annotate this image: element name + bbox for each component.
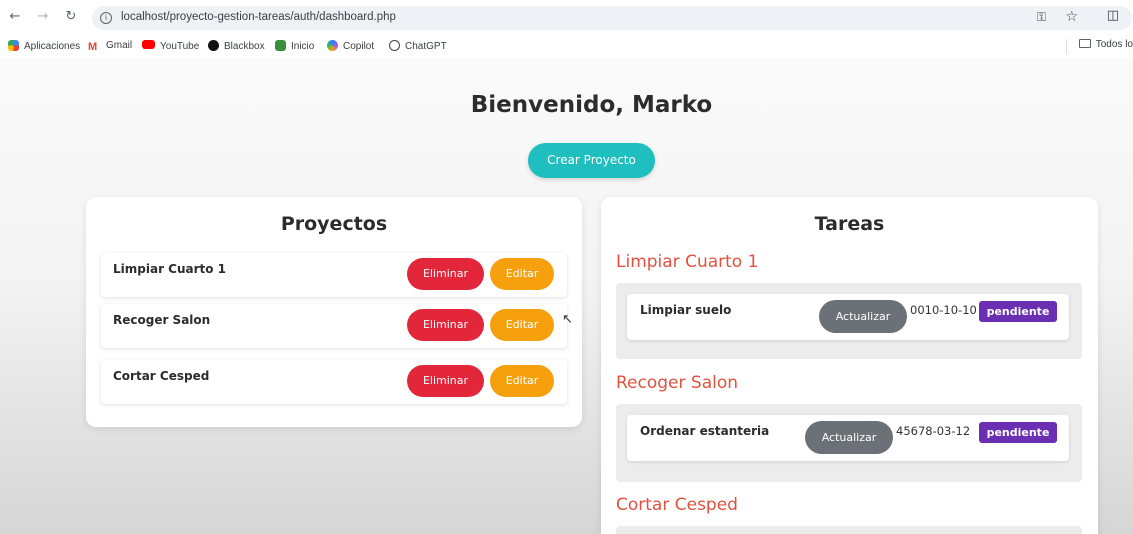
status-badge: pendiente: [979, 301, 1057, 322]
projects-panel: Proyectos Limpiar Cuarto 1 Eliminar Edit…: [86, 197, 582, 427]
password-key-icon[interactable]: ⚿: [1037, 10, 1046, 25]
bookmark-apps[interactable]: Aplicaciones: [8, 40, 80, 52]
create-project-button[interactable]: Crear Proyecto: [528, 143, 655, 178]
bookmarks-folder[interactable]: Todos lo: [1078, 39, 1133, 50]
inicio-icon: [275, 40, 286, 51]
mouse-cursor-icon: ↖: [562, 312, 573, 327]
project-name: Limpiar Cuarto 1: [113, 262, 227, 276]
reload-icon[interactable]: ↻: [62, 8, 80, 26]
edit-project-button[interactable]: Editar: [490, 365, 554, 397]
bookmark-label: Copilot: [343, 41, 375, 52]
bookmark-label: Gmail: [106, 40, 133, 51]
bookmarks-divider: [1066, 39, 1067, 54]
forward-arrow-icon[interactable]: →: [34, 8, 52, 26]
url-text[interactable]: localhost/proyecto-gestion-tareas/auth/d…: [121, 11, 396, 23]
task-group: Limpiar suelo Actualizar 0010-10-10 pend…: [616, 283, 1082, 359]
task-card: Ordenar estanteria Actualizar 45678-03-1…: [627, 415, 1069, 461]
task-card: Limpiar suelo Actualizar 0010-10-10 pend…: [627, 294, 1069, 340]
project-row: Cortar Cesped Eliminar Editar: [101, 360, 567, 404]
delete-project-button[interactable]: Eliminar: [407, 258, 484, 290]
update-task-button[interactable]: Actualizar: [805, 421, 893, 454]
apps-grid-icon: [8, 40, 19, 51]
welcome-heading: Bienvenido, Marko: [470, 92, 713, 118]
projects-title: Proyectos: [280, 213, 388, 235]
dashboard-page: Bienvenido, Marko Crear Proyecto Proyect…: [0, 58, 1133, 534]
bookmark-label: YouTube: [160, 41, 200, 52]
task-name: Limpiar suelo: [640, 303, 732, 317]
task-group-heading: Recoger Salon: [616, 373, 739, 393]
bookmark-blackbox[interactable]: Blackbox: [208, 40, 265, 52]
extensions-icon[interactable]: ◫: [1107, 8, 1119, 23]
tasks-title: Tareas: [814, 213, 885, 235]
edit-project-button[interactable]: Editar: [490, 258, 554, 290]
status-badge: pendiente: [979, 422, 1057, 443]
task-group-heading: Cortar Cesped: [616, 495, 738, 515]
bookmark-chatgpt[interactable]: ChatGPT: [389, 40, 447, 52]
project-row: Limpiar Cuarto 1 Eliminar Editar: [101, 253, 567, 297]
folder-icon: [1078, 39, 1091, 48]
task-group-heading: Limpiar Cuarto 1: [616, 252, 759, 272]
project-name: Cortar Cesped: [113, 369, 210, 383]
task-group: [616, 526, 1082, 534]
gmail-icon: M: [88, 42, 101, 53]
update-task-button[interactable]: Actualizar: [819, 300, 907, 333]
bookmark-label: Aplicaciones: [24, 41, 81, 52]
project-row: Recoger Salon Eliminar Editar: [101, 304, 567, 348]
task-date: 0010-10-10: [910, 303, 977, 317]
chatgpt-icon: [389, 40, 400, 51]
task-group: Ordenar estanteria Actualizar 45678-03-1…: [616, 404, 1082, 482]
bookmark-gmail[interactable]: M Gmail: [88, 40, 132, 53]
project-name: Recoger Salon: [113, 313, 211, 327]
task-date: 45678-03-12: [896, 424, 971, 438]
back-arrow-icon[interactable]: ←: [6, 8, 24, 26]
youtube-icon: [142, 40, 155, 49]
copilot-icon: [327, 40, 338, 51]
browser-toolbar: ← → ↻ i localhost/proyecto-gestion-tarea…: [0, 0, 1133, 36]
bookmark-star-icon[interactable]: ☆: [1065, 9, 1078, 25]
bookmark-label: Inicio: [291, 41, 315, 52]
bookmark-inicio[interactable]: Inicio: [275, 40, 314, 52]
site-info-icon[interactable]: i: [100, 12, 112, 24]
task-name: Ordenar estanteria: [640, 424, 770, 438]
tasks-panel: Tareas Limpiar Cuarto 1 Limpiar suelo Ac…: [601, 197, 1098, 534]
bookmark-copilot[interactable]: Copilot: [327, 40, 374, 52]
bookmarks-bar: Aplicaciones M Gmail YouTube Blackbox Ini…: [0, 36, 1133, 58]
bookmark-youtube[interactable]: YouTube: [142, 40, 199, 52]
delete-project-button[interactable]: Eliminar: [407, 365, 484, 397]
blackbox-icon: [208, 40, 219, 51]
address-bar[interactable]: i localhost/proyecto-gestion-tareas/auth…: [92, 6, 1132, 30]
folder-label: Todos lo: [1095, 39, 1133, 50]
bookmark-label: ChatGPT: [405, 41, 447, 52]
edit-project-button[interactable]: Editar: [490, 309, 554, 341]
delete-project-button[interactable]: Eliminar: [407, 309, 484, 341]
bookmark-label: Blackbox: [224, 41, 265, 52]
